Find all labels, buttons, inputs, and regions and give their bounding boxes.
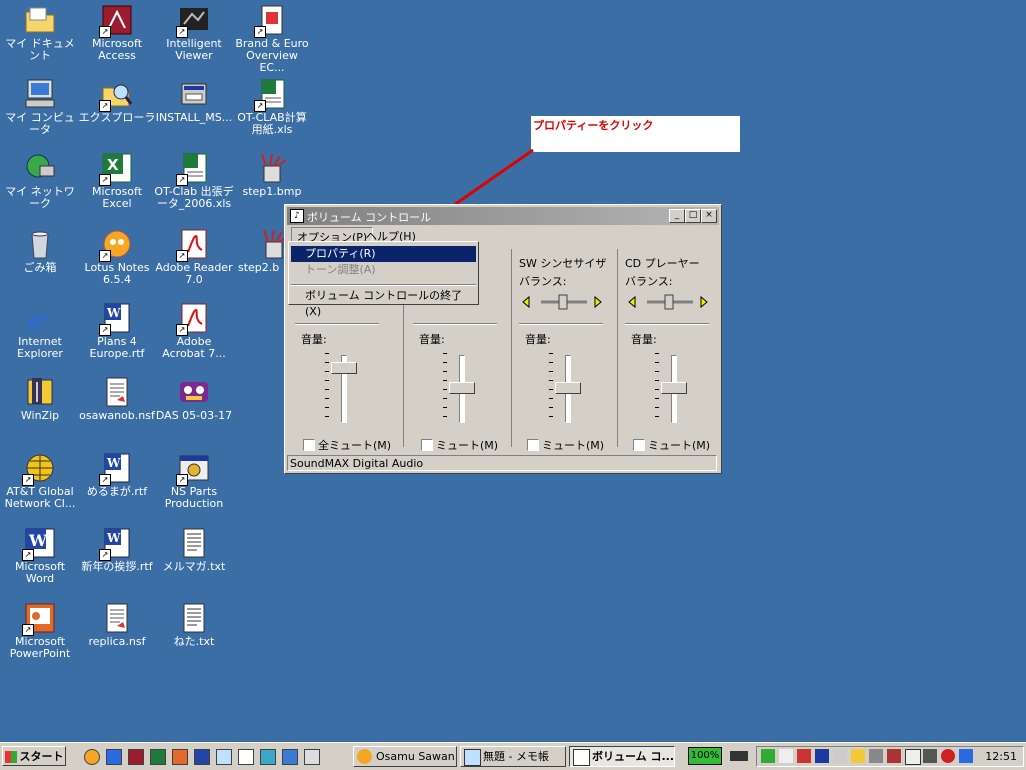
quicklaunch-word-icon[interactable] bbox=[194, 749, 210, 765]
taskbar-task-volume[interactable]: ボリューム コ... bbox=[569, 746, 675, 767]
channel-name: SW シンセサイザ bbox=[519, 257, 607, 270]
tray-network-icon[interactable] bbox=[761, 749, 775, 763]
status-bar: SoundMAX Digital Audio bbox=[287, 455, 717, 471]
menu-separator bbox=[291, 284, 476, 286]
title-bar[interactable]: ♪ ボリューム コントロール _ □ × bbox=[287, 207, 719, 225]
quicklaunch-network-icon[interactable] bbox=[282, 749, 298, 765]
balance-label: バランス: bbox=[519, 275, 567, 288]
volume-slider[interactable] bbox=[443, 353, 479, 423]
tray-hardware-icon[interactable] bbox=[887, 749, 901, 763]
slider-ticks bbox=[325, 353, 329, 423]
divider bbox=[295, 323, 379, 325]
checkbox-box[interactable] bbox=[421, 439, 433, 451]
start-button[interactable]: スタート bbox=[2, 746, 66, 766]
channel-sw-synth: SW シンセサイザ バランス: 音量: ミュート(M) bbox=[513, 249, 618, 452]
mute-all-checkbox[interactable]: 全ミュート(M) bbox=[303, 437, 391, 453]
task-label: ボリューム コ... bbox=[592, 750, 675, 763]
tray-antivirus-icon[interactable] bbox=[941, 749, 955, 763]
power-plug-icon[interactable] bbox=[730, 751, 748, 761]
volume-slider[interactable] bbox=[325, 353, 361, 423]
taskbar: スタート Osamu Sawan... 無題 - メモ帳 ボリューム コ... … bbox=[0, 742, 1026, 770]
tray-calendar-icon[interactable] bbox=[905, 749, 921, 765]
quicklaunch-excel-icon[interactable] bbox=[150, 749, 166, 765]
checkbox-box[interactable] bbox=[527, 439, 539, 451]
tray-speaker-icon[interactable] bbox=[779, 749, 793, 763]
checkbox-box[interactable] bbox=[633, 439, 645, 451]
volume-label: 音量: bbox=[301, 333, 327, 346]
slider-thumb[interactable] bbox=[449, 382, 475, 394]
tray-pencil-icon[interactable] bbox=[851, 749, 865, 763]
speaker-icon: ♪ bbox=[290, 209, 304, 223]
quicklaunch-display-icon[interactable] bbox=[260, 749, 276, 765]
divider bbox=[413, 323, 497, 325]
tray-disconnected-icon[interactable] bbox=[797, 749, 811, 763]
tray-device-icon[interactable] bbox=[833, 749, 847, 763]
battery-indicator[interactable]: 100% bbox=[688, 747, 722, 765]
mute-label: ミュート(M) bbox=[542, 439, 605, 452]
quicklaunch-explorer-icon[interactable] bbox=[216, 749, 232, 765]
menu-item-properties[interactable]: プロパティ(R) bbox=[291, 246, 476, 262]
mute-label: ミュート(M) bbox=[436, 439, 499, 452]
divider bbox=[519, 323, 603, 325]
window-title: ボリューム コントロール bbox=[307, 211, 432, 224]
close-button[interactable]: × bbox=[701, 209, 717, 223]
notepad-icon bbox=[464, 749, 481, 766]
balance-slider[interactable] bbox=[627, 293, 711, 311]
taskbar-task-notepad[interactable]: 無題 - メモ帳 bbox=[460, 746, 566, 767]
volume-slider[interactable] bbox=[655, 353, 691, 423]
task-label: Osamu Sawan... bbox=[376, 750, 457, 763]
volume-label: 音量: bbox=[631, 333, 657, 346]
channel-name: CD プレーヤー bbox=[625, 257, 700, 270]
speaker-icon bbox=[573, 749, 590, 766]
slider-thumb[interactable] bbox=[555, 382, 581, 394]
tray-printer-icon[interactable] bbox=[869, 749, 883, 763]
quicklaunch-lotus-icon[interactable] bbox=[84, 749, 100, 765]
balance-label: バランス: bbox=[625, 275, 673, 288]
quicklaunch-powerpoint-icon[interactable] bbox=[172, 749, 188, 765]
divider bbox=[625, 323, 709, 325]
tray-pen-icon[interactable] bbox=[923, 749, 937, 763]
slider-thumb[interactable] bbox=[661, 382, 687, 394]
slider-ticks bbox=[549, 353, 553, 423]
maximize-button[interactable]: □ bbox=[685, 209, 701, 223]
menu-item-exit[interactable]: ボリューム コントロールの終了(X) bbox=[291, 288, 476, 318]
tray-user-icon[interactable] bbox=[959, 749, 973, 763]
slider-ticks bbox=[655, 353, 659, 423]
options-dropdown-menu: プロパティ(R) トーン調整(A) ボリューム コントロールの終了(X) bbox=[288, 241, 479, 318]
volume-label: 音量: bbox=[419, 333, 445, 346]
tray-media-icon[interactable] bbox=[815, 749, 829, 763]
task-label: 無題 - メモ帳 bbox=[483, 750, 549, 763]
windows-logo-icon bbox=[4, 751, 17, 763]
quicklaunch-paint-icon[interactable] bbox=[304, 749, 320, 765]
checkbox-box[interactable] bbox=[303, 439, 315, 451]
slider-thumb[interactable] bbox=[331, 362, 357, 374]
mute-label: 全ミュート(M) bbox=[318, 439, 392, 452]
minimize-button[interactable]: _ bbox=[669, 209, 685, 223]
quicklaunch-notepad-icon[interactable] bbox=[238, 749, 254, 765]
system-tray: 12:51 bbox=[756, 746, 1024, 767]
clock[interactable]: 12:51 bbox=[985, 750, 1017, 763]
start-label: スタート bbox=[19, 750, 64, 763]
quicklaunch-ie-icon[interactable] bbox=[106, 749, 122, 765]
mute-label: ミュート(M) bbox=[648, 439, 711, 452]
mute-checkbox[interactable]: ミュート(M) bbox=[421, 437, 498, 453]
lotus-icon bbox=[357, 749, 372, 764]
balance-slider[interactable] bbox=[521, 293, 605, 311]
channel-cd-player: CD プレーヤー バランス: 音量: ミュート(M) bbox=[619, 249, 717, 452]
mute-checkbox[interactable]: ミュート(M) bbox=[633, 437, 710, 453]
taskbar-task-lotus[interactable]: Osamu Sawan... bbox=[353, 746, 457, 767]
quicklaunch-access-icon[interactable] bbox=[128, 749, 144, 765]
volume-slider[interactable] bbox=[549, 353, 585, 423]
mute-checkbox[interactable]: ミュート(M) bbox=[527, 437, 604, 453]
menu-item-tone-control[interactable]: トーン調整(A) bbox=[291, 262, 476, 278]
slider-ticks bbox=[443, 353, 447, 423]
volume-label: 音量: bbox=[525, 333, 551, 346]
